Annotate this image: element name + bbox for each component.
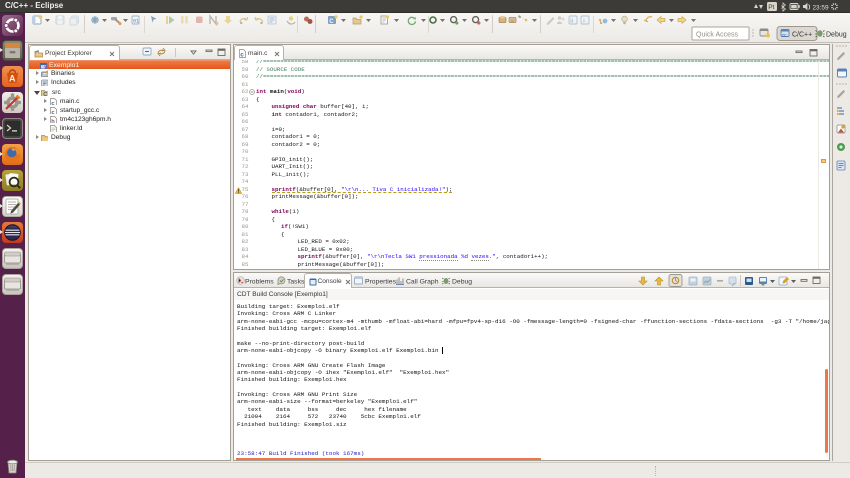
svg-text:Debug: Debug (452, 279, 472, 286)
svg-text:A: A (9, 74, 16, 84)
svg-text:Properties: Properties (365, 279, 397, 286)
svg-text:Call Graph: Call Graph (406, 279, 439, 286)
svg-text:Debug: Debug (826, 32, 847, 39)
svg-text:C: C (43, 92, 47, 96)
svg-text:Quick Access: Quick Access (696, 32, 739, 39)
svg-text:c: c (51, 99, 55, 104)
svg-text:C/C++: C/C++ (792, 32, 812, 39)
svg-text:Pt: Pt (768, 4, 774, 11)
svg-text:01: 01 (133, 19, 139, 25)
svg-text:h: h (51, 118, 55, 123)
svg-text:cc: cc (782, 32, 787, 37)
svg-text:23:59: 23:59 (813, 4, 829, 11)
svg-text:c: c (51, 109, 55, 114)
svg-text:Tasks: Tasks (287, 279, 305, 286)
svg-text:c: c (240, 51, 244, 58)
svg-text:Problems: Problems (245, 279, 274, 286)
svg-text:C: C (329, 19, 334, 25)
svg-text:ii: ii (570, 18, 572, 24)
svg-text:i: i (583, 18, 584, 24)
